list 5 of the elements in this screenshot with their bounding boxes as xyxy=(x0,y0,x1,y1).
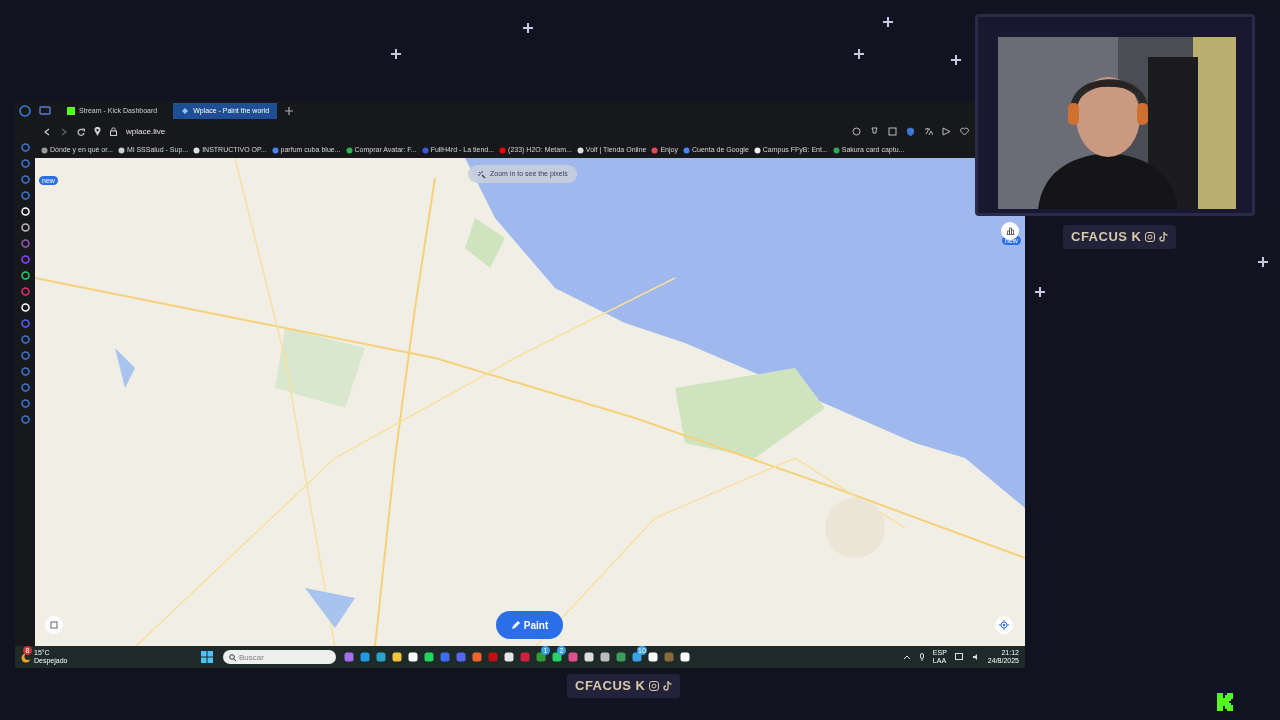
search-field[interactable]: Buscar xyxy=(223,650,336,664)
channel-name: CFACUS K xyxy=(1071,228,1142,247)
paint-button[interactable]: Paint xyxy=(496,611,563,639)
address-field[interactable]: wplace.live xyxy=(126,125,843,138)
channel-name: CFACUS K xyxy=(575,677,646,696)
